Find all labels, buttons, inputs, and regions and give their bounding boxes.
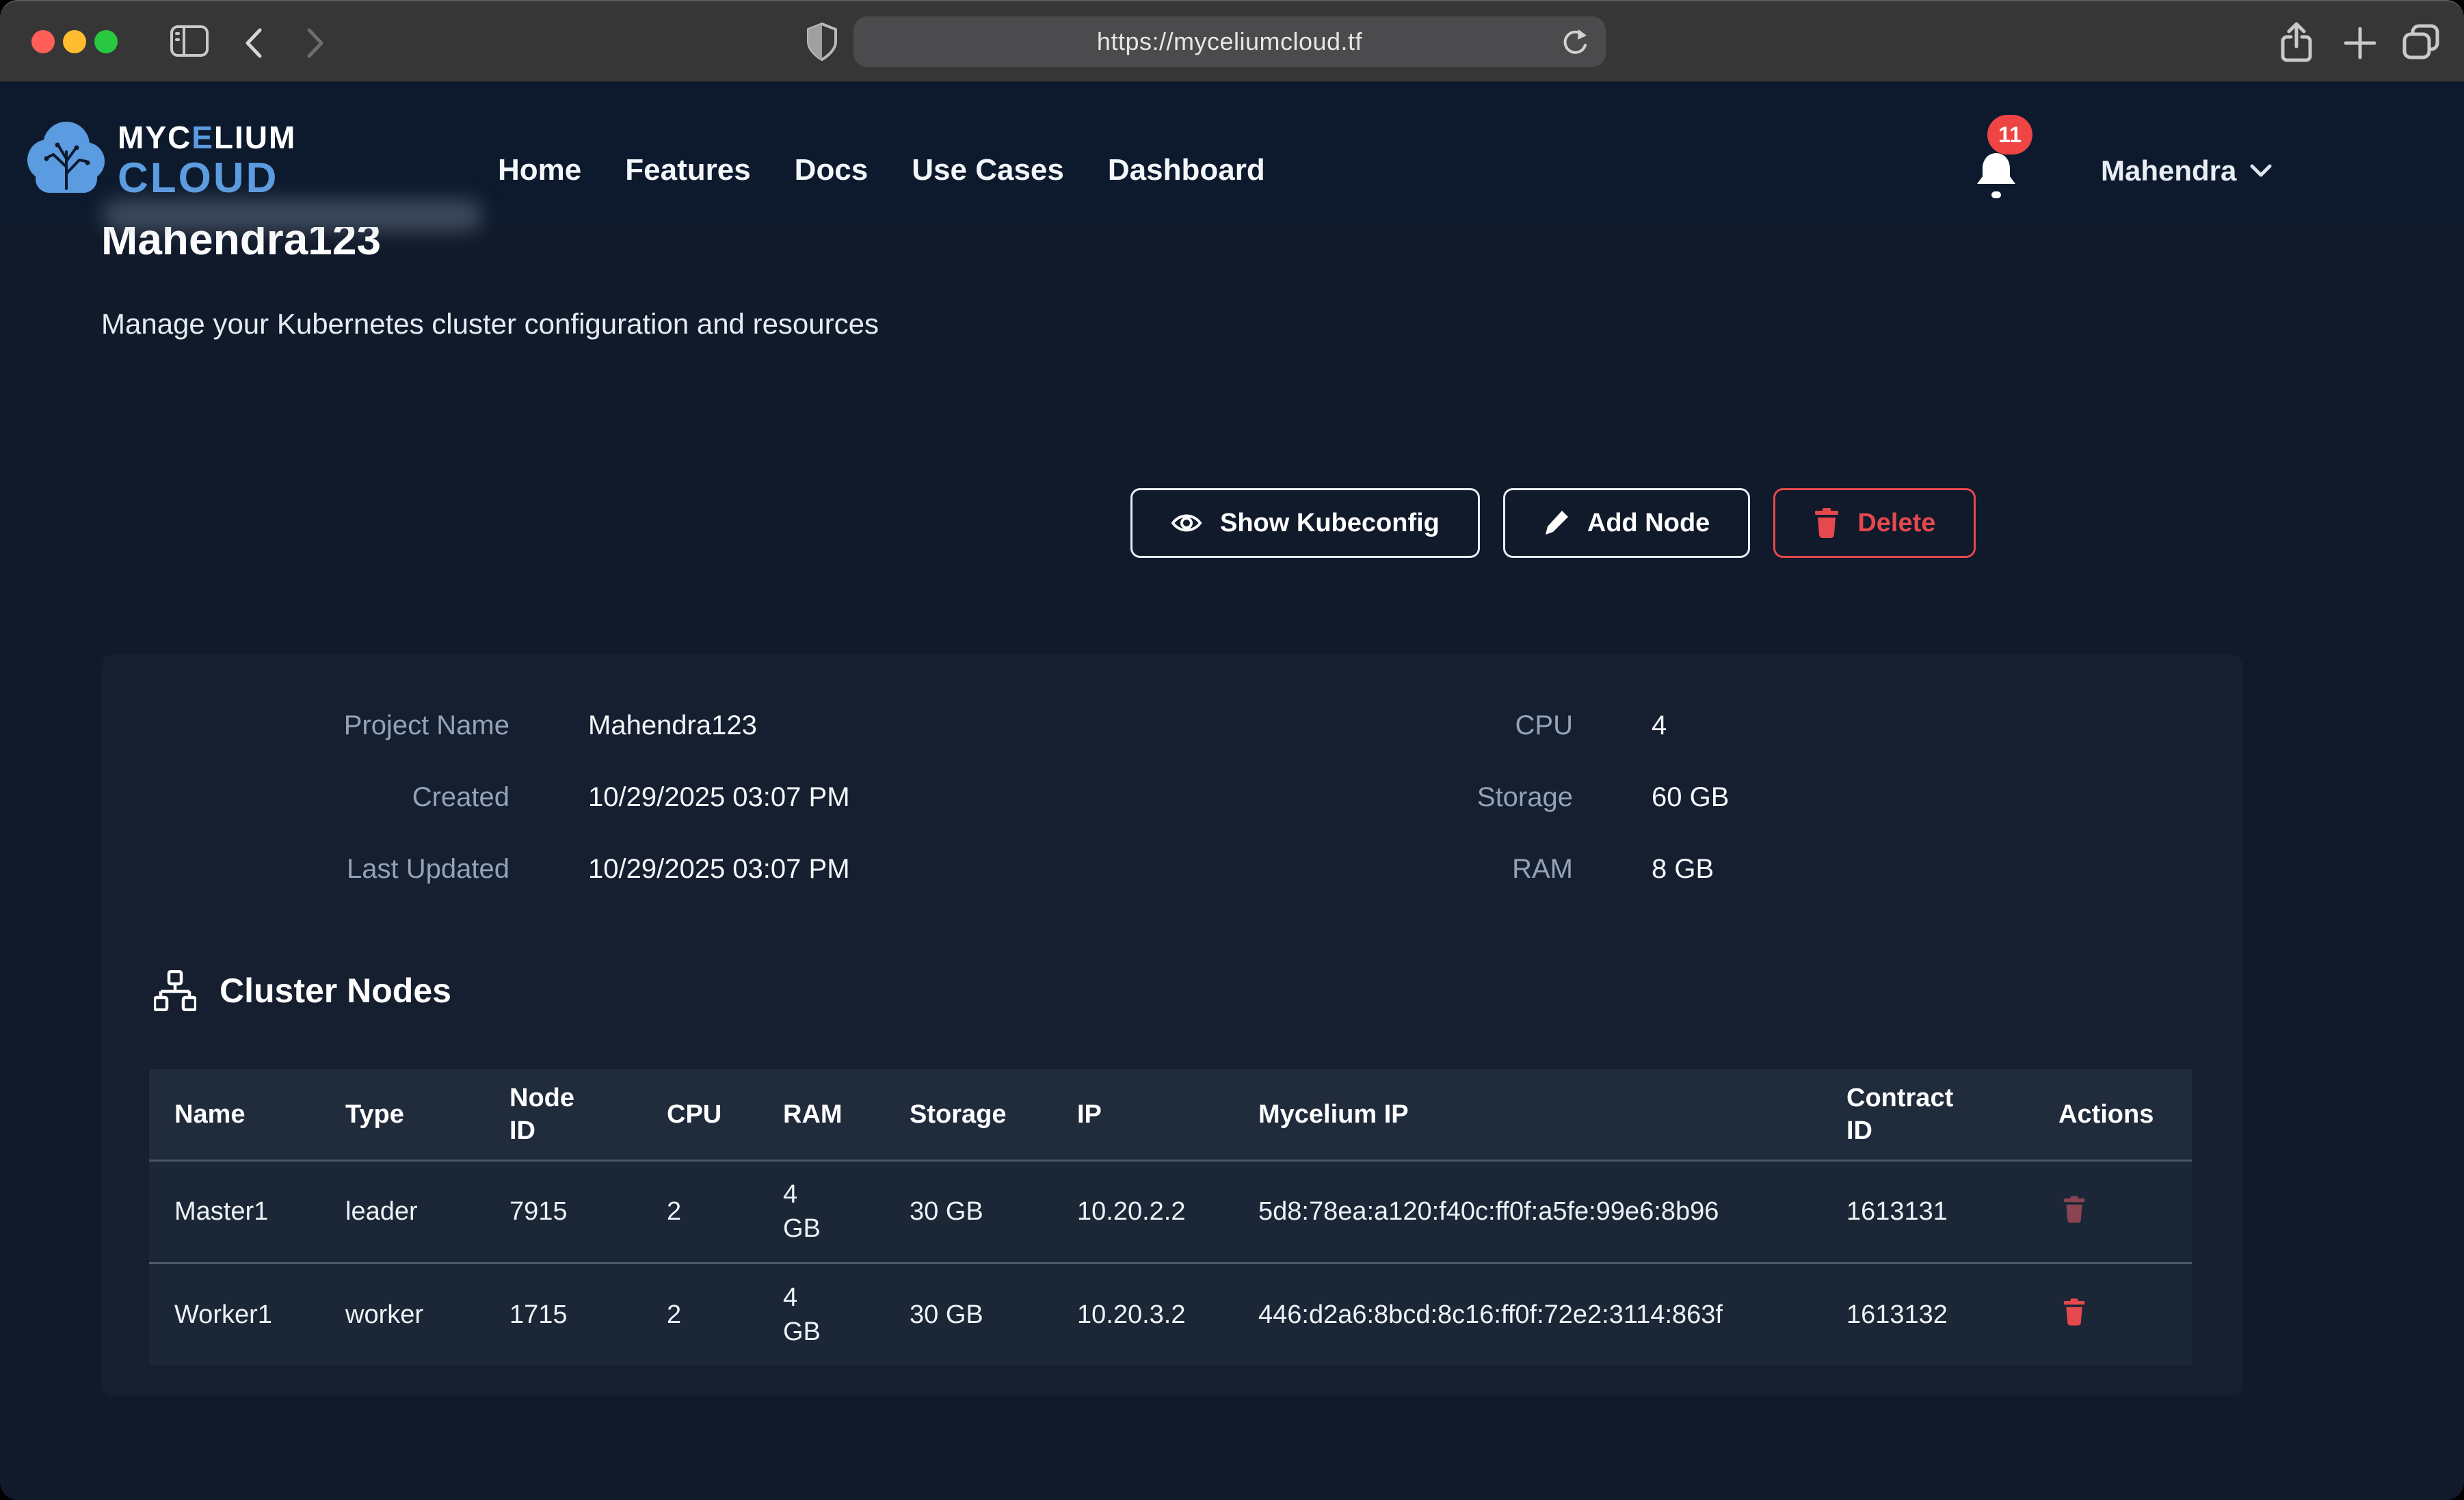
chevron-down-icon [2250,164,2272,178]
page-subtitle: Manage your Kubernetes cluster configura… [101,308,879,340]
col-header-actions: Actions [2033,1069,2192,1160]
nav-links: Home Features Docs Use Cases Dashboard [498,153,1265,187]
delete-label: Delete [1857,509,1935,538]
delete-cluster-button[interactable]: Delete [1773,488,1976,558]
cell-actions [2033,1263,2192,1365]
minimize-window-button[interactable] [63,30,86,53]
brand-line1: MYCELIUM [118,122,296,153]
bell-icon [1974,149,2019,201]
zoom-window-button[interactable] [94,30,118,53]
nav-link-docs[interactable]: Docs [795,153,869,187]
nav-link-dashboard[interactable]: Dashboard [1108,153,1265,187]
notification-badge: 11 [1987,115,2032,155]
url-input[interactable] [956,27,1503,56]
info-label-project-name: Project Name [101,710,509,741]
col-header-name: Name [149,1069,320,1160]
brand-line2: CLOUD [118,157,296,200]
info-value-cpu: 4 [1573,710,2243,741]
info-label-cpu: CPU [1127,710,1573,741]
delete-node-button[interactable] [2058,1192,2090,1229]
cell-name: Master1 [149,1160,320,1263]
col-header-ram: RAM [758,1069,884,1160]
col-header-type: Type [320,1069,484,1160]
info-value-ram: 8 GB [1573,854,2243,885]
new-tab-icon[interactable] [2343,26,2377,60]
network-hierarchy-icon [154,970,196,1011]
nav-link-features[interactable]: Features [625,153,750,187]
table-row-worker1: Worker1 worker 1715 2 4 GB 30 GB 10.20.3… [149,1263,2192,1365]
cell-mycelium-ip: 5d8:78ea:a120:f40c:ff0f:a5fe:99e6:8b96 [1233,1160,1821,1263]
cell-contract-id: 1613132 [1821,1263,2033,1365]
col-header-cpu: CPU [641,1069,758,1160]
cluster-info-grid: Project Name Mahendra123 CPU 4 Created 1… [101,690,2243,905]
back-button[interactable] [241,27,268,59]
cluster-details-card: Project Name Mahendra123 CPU 4 Created 1… [101,654,2243,1396]
browser-window: Mahendra123 Manage your Kubernetes clust… [0,0,2464,1500]
address-bar[interactable] [853,16,1606,67]
reload-icon[interactable] [1559,27,1589,59]
cluster-nodes-table: Name Type Node ID CPU RAM Storage IP Myc… [149,1069,2192,1365]
notifications-button[interactable]: 11 [1974,149,2063,227]
eye-icon [1171,511,1202,535]
share-icon[interactable] [2279,21,2314,64]
trash-icon [2063,1298,2086,1326]
cell-storage: 30 GB [884,1160,1052,1263]
mycelium-cloud-brand[interactable]: MYCELIUM CLOUD [118,122,296,200]
cell-type: leader [320,1160,484,1263]
nav-link-use-cases[interactable]: Use Cases [912,153,1064,187]
cluster-nodes-header: Cluster Nodes [154,970,451,1011]
show-kubeconfig-button[interactable]: Show Kubeconfig [1130,488,1480,558]
cell-name: Worker1 [149,1263,320,1365]
delete-node-button[interactable] [2058,1294,2090,1332]
cell-ip: 10.20.3.2 [1052,1263,1233,1365]
info-value-project-name: Mahendra123 [509,710,1127,741]
sticky-nav-blur [103,200,482,231]
cell-cpu: 2 [641,1263,758,1365]
cell-node-id: 1715 [484,1263,641,1365]
user-name: Mahendra [2101,155,2236,187]
info-value-storage: 60 GB [1573,782,2243,813]
nav-link-home[interactable]: Home [498,153,581,187]
table-row-master1: Master1 leader 7915 2 4 GB 30 GB 10.20.2… [149,1160,2192,1263]
tab-overview-icon[interactable] [2402,23,2441,62]
col-header-storage: Storage [884,1069,1052,1160]
col-header-contract-id: Contract ID [1821,1069,2033,1160]
cell-contract-id: 1613131 [1821,1160,2033,1263]
cluster-actions-row: Show Kubeconfig Add Node Delete [1130,488,1976,558]
col-header-node-id: Node ID [484,1069,641,1160]
browser-toolbar [0,1,2464,82]
cell-actions [2033,1160,2192,1263]
add-node-label: Add Node [1587,509,1710,538]
cell-ram: 4 GB [758,1160,884,1263]
info-label-created: Created [101,782,509,813]
cell-type: worker [320,1263,484,1365]
add-node-button[interactable]: Add Node [1503,488,1750,558]
mycelium-cloud-logo-icon[interactable] [25,118,108,196]
cluster-nodes-title: Cluster Nodes [220,971,451,1010]
trash-icon [1814,508,1840,538]
col-header-mycelium-ip: Mycelium IP [1233,1069,1821,1160]
cell-storage: 30 GB [884,1263,1052,1365]
info-label-ram: RAM [1127,854,1573,885]
cell-mycelium-ip: 446:d2a6:8bcd:8c16:ff0f:72e2:3114:863f [1233,1263,1821,1365]
sidebar-toggle-icon[interactable] [170,25,209,57]
info-value-last-updated: 10/29/2025 03:07 PM [509,854,1127,885]
cell-ip: 10.20.2.2 [1052,1160,1233,1263]
info-value-created: 10/29/2025 03:07 PM [509,782,1127,813]
cell-ram: 4 GB [758,1263,884,1365]
privacy-shield-icon[interactable] [806,22,838,63]
info-label-last-updated: Last Updated [101,854,509,885]
cell-cpu: 2 [641,1160,758,1263]
close-window-button[interactable] [31,30,55,53]
forward-button[interactable] [301,27,328,59]
user-menu[interactable]: Mahendra [2101,155,2272,187]
cell-node-id: 7915 [484,1160,641,1263]
trash-icon [2063,1196,2086,1223]
show-kubeconfig-label: Show Kubeconfig [1220,509,1440,538]
pencil-icon [1544,509,1569,537]
col-header-ip: IP [1052,1069,1233,1160]
table-header-row: Name Type Node ID CPU RAM Storage IP Myc… [149,1069,2192,1160]
info-label-storage: Storage [1127,782,1573,813]
